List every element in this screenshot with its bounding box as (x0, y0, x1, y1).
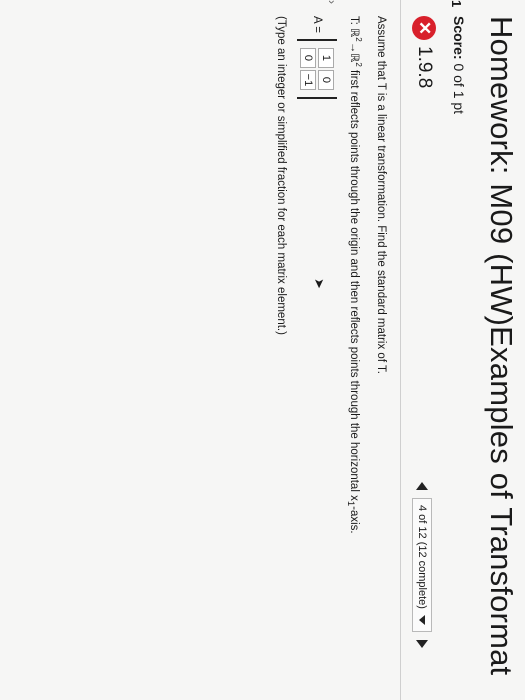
answer-hint: (Type an integer or simplified fraction … (275, 16, 287, 335)
edge-marker: 1 (449, 0, 464, 8)
mouse-pointer-icon: ➤ (312, 278, 327, 289)
chevron-right-icon: › (325, 0, 339, 4)
question-prompt: Assume that T is a linear transformation… (375, 16, 387, 374)
matrix-label: A = (311, 16, 323, 33)
previous-question-button[interactable] (416, 482, 428, 490)
next-question-button[interactable] (416, 639, 428, 648)
matrix-cell-2-1[interactable]: 0 (300, 47, 316, 68)
answer-matrix: 1 0 0 −1 (297, 38, 337, 99)
answer-matrix-row: A = 1 0 0 −1 (297, 16, 337, 99)
score-value: 0 of 1 pt (451, 63, 467, 115)
matrix-cell-2-2[interactable]: −1 (300, 69, 316, 90)
score-line: Score: 0 of 1 pt (451, 16, 467, 114)
question-navigator: 4 of 12 (12 complete) (412, 482, 432, 648)
matrix-cell-1-2[interactable]: 0 (318, 69, 334, 90)
homework-page: 1 Homework: M09 (HW)Examples of Transfor… (0, 0, 525, 700)
score-label: Score: (451, 16, 467, 60)
question-progress-dropdown[interactable]: 4 of 12 (12 complete) (412, 498, 432, 632)
transformation-description: T: ℝ2→ℝ2 first reflects points through t… (344, 16, 363, 534)
matrix-cell-1-1[interactable]: 1 (318, 47, 334, 68)
chevron-down-icon (419, 614, 425, 625)
question-number: 1.9.8 (414, 46, 435, 89)
page-title: Homework: M09 (HW)Examples of Transforma… (484, 16, 519, 676)
question-id: ✕ 1.9.8 (412, 16, 436, 88)
x-incorrect-icon: ✕ (412, 16, 436, 40)
divider (400, 0, 401, 700)
progress-text: 4 of 12 (12 complete) (416, 505, 428, 609)
